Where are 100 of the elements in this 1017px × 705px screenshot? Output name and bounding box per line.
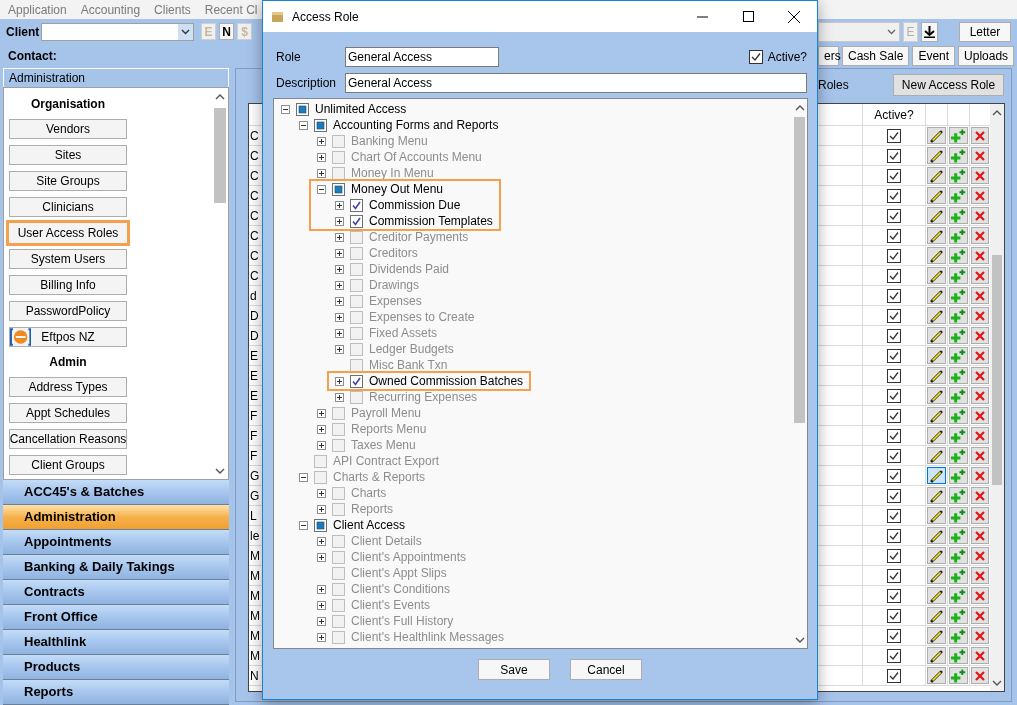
- edit-button[interactable]: [927, 547, 946, 564]
- delete-button[interactable]: [971, 207, 989, 224]
- delete-button[interactable]: [971, 627, 989, 644]
- delete-button[interactable]: [971, 587, 989, 604]
- download-button[interactable]: [921, 21, 938, 42]
- checked-checkbox[interactable]: [887, 388, 901, 403]
- collapse-icon[interactable]: [317, 184, 326, 194]
- sidebar-button[interactable]: PasswordPolicy: [9, 301, 127, 321]
- tree-item-label[interactable]: Owned Commission Batches: [369, 372, 524, 390]
- expand-icon[interactable]: [335, 376, 344, 386]
- copy-button[interactable]: [949, 227, 968, 244]
- edit-button[interactable]: [927, 127, 946, 144]
- menu-item[interactable]: Application: [8, 0, 67, 19]
- delete-button[interactable]: [971, 467, 989, 484]
- checked-checkbox[interactable]: [887, 308, 901, 323]
- scroll-up-icon[interactable]: [215, 92, 225, 100]
- toolbar-button[interactable]: Uploads: [958, 45, 1015, 66]
- checked-checkbox[interactable]: [887, 468, 901, 483]
- dialog-button[interactable]: Save: [478, 659, 550, 680]
- edit-button[interactable]: [927, 187, 946, 204]
- menu-item[interactable]: Recent Cl: [204, 0, 258, 19]
- delete-button[interactable]: [971, 167, 989, 184]
- edit-button[interactable]: [927, 567, 946, 584]
- copy-button[interactable]: [949, 587, 968, 604]
- menu-item[interactable]: Accounting: [80, 0, 141, 19]
- copy-button[interactable]: [949, 267, 968, 284]
- scroll-down-icon[interactable]: [794, 636, 805, 644]
- scroll-down-icon[interactable]: [215, 467, 225, 475]
- scrollbar-thumb[interactable]: [794, 117, 805, 423]
- nav-bar-button[interactable]: Reports: [3, 680, 229, 705]
- edit-button[interactable]: [927, 367, 946, 384]
- sidebar-button[interactable]: Address Types: [9, 377, 127, 397]
- edit-button[interactable]: [927, 587, 946, 604]
- checked-checkbox[interactable]: [350, 214, 363, 228]
- dialog-button[interactable]: Cancel: [570, 659, 642, 680]
- checked-checkbox[interactable]: [887, 288, 901, 303]
- checked-checkbox[interactable]: [887, 188, 901, 203]
- delete-button[interactable]: [971, 147, 989, 164]
- checked-checkbox[interactable]: [887, 528, 901, 543]
- copy-button[interactable]: [949, 427, 968, 444]
- sidebar-button[interactable]: User Access Roles: [6, 220, 130, 246]
- checked-checkbox[interactable]: [887, 608, 901, 623]
- partial-checkbox[interactable]: [296, 102, 309, 116]
- checked-checkbox[interactable]: [887, 488, 901, 503]
- copy-button[interactable]: [949, 607, 968, 624]
- edit-button[interactable]: [927, 247, 946, 264]
- copy-button[interactable]: [949, 247, 968, 264]
- toolbar-button[interactable]: Cash Sale: [842, 45, 910, 66]
- delete-button[interactable]: [971, 667, 989, 684]
- delete-button[interactable]: [971, 547, 989, 564]
- delete-button[interactable]: [971, 287, 989, 304]
- sidebar-button[interactable]: Vendors: [9, 119, 127, 139]
- edit-button[interactable]: [927, 627, 946, 644]
- edit-button[interactable]: [927, 167, 946, 184]
- collapse-icon[interactable]: [299, 520, 308, 530]
- delete-button[interactable]: [971, 387, 989, 404]
- copy-button[interactable]: [949, 527, 968, 544]
- checked-checkbox[interactable]: [887, 588, 901, 603]
- nav-bar-button[interactable]: Contracts: [3, 580, 229, 605]
- checked-checkbox[interactable]: [887, 568, 901, 583]
- checked-checkbox[interactable]: [887, 428, 901, 443]
- delete-button[interactable]: [971, 427, 989, 444]
- checked-checkbox[interactable]: [887, 148, 901, 163]
- nav-bar-button[interactable]: ACC45's & Batches: [3, 480, 229, 505]
- sidebar-button[interactable]: Client Groups: [9, 455, 127, 475]
- delete-button[interactable]: [971, 567, 989, 584]
- new-access-role-button[interactable]: New Access Role: [893, 74, 1004, 96]
- copy-button[interactable]: [949, 627, 968, 644]
- edit-button[interactable]: [927, 267, 946, 284]
- edit-button[interactable]: [927, 647, 946, 664]
- sidebar-button[interactable]: System Users: [9, 249, 127, 269]
- delete-button[interactable]: [971, 267, 989, 284]
- edit-button[interactable]: [927, 347, 946, 364]
- sidebar-button[interactable]: Billing Info: [9, 275, 127, 295]
- delete-button[interactable]: [971, 407, 989, 424]
- partial-checkbox[interactable]: [314, 518, 327, 532]
- edit-button[interactable]: [927, 607, 946, 624]
- copy-button[interactable]: [949, 287, 968, 304]
- edit-button[interactable]: [927, 507, 946, 524]
- delete-button[interactable]: [971, 607, 989, 624]
- edit-button[interactable]: [927, 327, 946, 344]
- delete-button[interactable]: [971, 647, 989, 664]
- tree-item-label[interactable]: Accounting Forms and Reports: [333, 116, 499, 134]
- scroll-down-icon[interactable]: [992, 679, 1002, 687]
- edit-button[interactable]: [927, 447, 946, 464]
- scrollbar-thumb[interactable]: [992, 255, 1002, 485]
- checked-checkbox[interactable]: [887, 548, 901, 563]
- tree-item-label[interactable]: Commission Due: [369, 196, 461, 214]
- copy-button[interactable]: [949, 187, 968, 204]
- tree-item-label[interactable]: Unlimited Access: [315, 100, 407, 118]
- copy-button[interactable]: [949, 447, 968, 464]
- tree-item-label[interactable]: Commission Templates: [369, 212, 493, 230]
- checked-checkbox[interactable]: [748, 49, 763, 64]
- partial-checkbox[interactable]: [314, 118, 327, 132]
- checked-checkbox[interactable]: [887, 628, 901, 643]
- copy-button[interactable]: [949, 307, 968, 324]
- checked-checkbox[interactable]: [887, 248, 901, 263]
- delete-button[interactable]: [971, 347, 989, 364]
- delete-button[interactable]: [971, 507, 989, 524]
- edit-button[interactable]: [927, 287, 946, 304]
